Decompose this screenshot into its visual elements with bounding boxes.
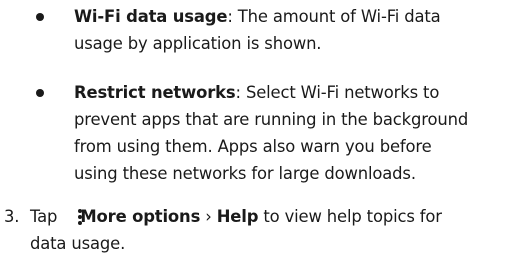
step-tap-text: Tap (30, 207, 58, 226)
description-line: usage by application is shown. (74, 34, 322, 53)
step-description: to view help topics for (258, 207, 442, 226)
description-line: prevent apps that are running in the bac… (74, 110, 469, 129)
step-number: 3. (4, 207, 20, 226)
term-restrict-networks: Restrict networks (74, 83, 236, 102)
chevron-right-icon: › (205, 207, 212, 226)
step-line-continuation: data usage. (30, 234, 126, 253)
step-line: Tap More options › Help to view help top… (30, 206, 442, 227)
description-line: from using them. Apps also warn you befo… (74, 137, 432, 156)
bullet-dot (36, 89, 44, 97)
description-text: The amount of Wi-Fi data (232, 7, 441, 26)
more-options-label: More options (80, 207, 201, 226)
description-text: Select Wi-Fi networks to (240, 83, 440, 102)
bullet-line: Wi-Fi data usage: The amount of Wi-Fi da… (74, 6, 441, 27)
term-wifi-data-usage: Wi-Fi data usage (74, 7, 228, 26)
bullet-line: Restrict networks: Select Wi-Fi networks… (74, 82, 439, 103)
help-label: Help (216, 207, 259, 226)
description-line: using these networks for large downloads… (74, 164, 416, 183)
bullet-dot (36, 13, 44, 21)
vertical-ellipsis-icon (78, 209, 82, 227)
